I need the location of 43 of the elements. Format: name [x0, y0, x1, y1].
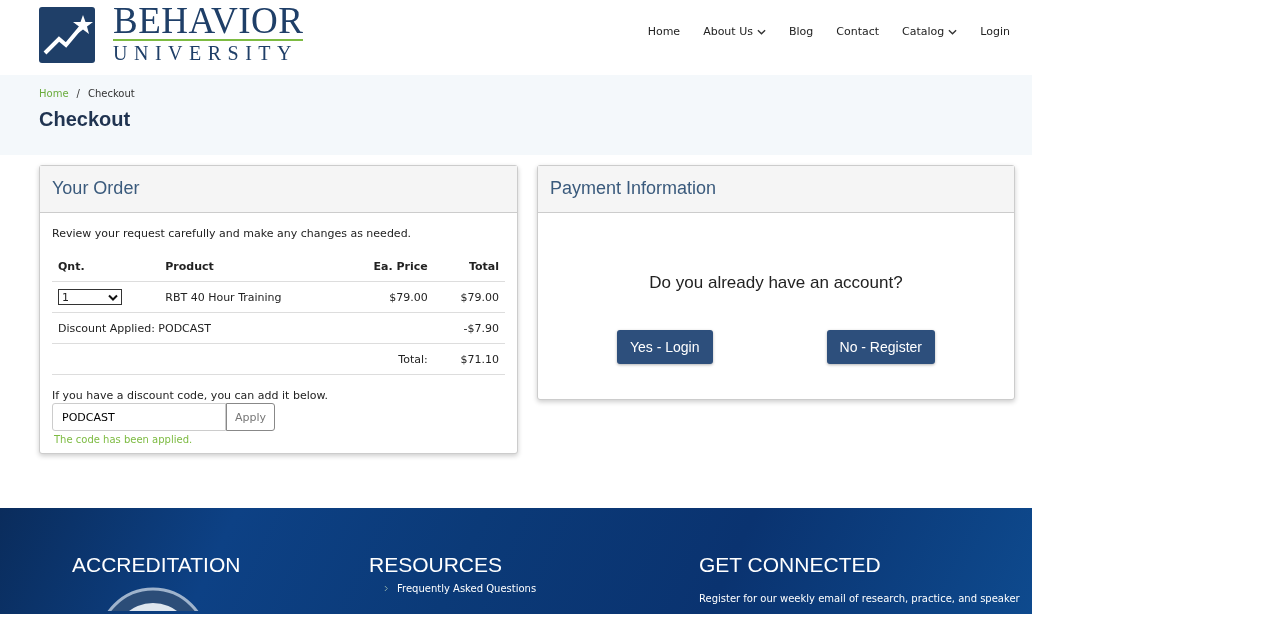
column-header: Product: [159, 252, 341, 282]
discount-code-field[interactable]: PODCAST: [52, 403, 226, 431]
discount-prompt: If you have a discount code, you can add it below.: [52, 389, 329, 402]
footer-heading: ACCREDITATION: [72, 553, 242, 577]
intro-text: Review your request carefully and make any changes as needed.: [52, 227, 413, 240]
account-question: Do you already have an account?: [649, 273, 903, 293]
footer-heading: GET CONNECTED: [699, 553, 882, 577]
caret-icon: [756, 28, 766, 35]
column-header: Ea. Price: [340, 252, 434, 282]
account-button[interactable]: No - Register: [826, 330, 935, 364]
table-cell: $79.00: [340, 281, 434, 313]
success-message: The code has been applied.: [54, 434, 194, 445]
column-header: Total: [433, 252, 505, 282]
nav-link[interactable]: Contact: [836, 25, 880, 38]
footer-heading: RESOURCES: [369, 553, 504, 577]
table-cell: Discount Applied: PODCAST: [52, 312, 434, 344]
table-cell: Total:: [340, 343, 434, 375]
caret-icon: [108, 293, 118, 301]
caret-icon: [948, 28, 958, 35]
table-cell: RBT 40 Hour Training: [159, 281, 341, 313]
nav-link[interactable]: Blog: [788, 25, 814, 38]
nav-link[interactable]: Home: [647, 25, 681, 38]
table-cell: -$7.90: [433, 312, 505, 344]
logo-icon[interactable]: [39, 7, 95, 63]
card-header: Your Order: [40, 166, 517, 213]
account-button[interactable]: Yes - Login: [617, 330, 713, 364]
nav-link[interactable]: Catalog: [902, 25, 958, 38]
quantity-select[interactable]: 1: [58, 289, 122, 305]
nav-link[interactable]: Login: [980, 25, 1010, 38]
column-header: Qnt.: [52, 252, 160, 282]
nav-link[interactable]: About Us: [703, 25, 766, 38]
footer-link[interactable]: Frequently Asked Questions: [369, 583, 699, 594]
logo-title: BEHAVIOR: [113, 5, 304, 41]
breadcrumb-current: Checkout: [87, 88, 135, 99]
table-cell: $79.00: [433, 281, 505, 313]
apply-button[interactable]: Apply: [226, 403, 276, 431]
card-header: Payment Information: [538, 166, 1014, 213]
breadcrumb-separator: /: [76, 88, 80, 99]
page-title: Checkout: [39, 108, 132, 131]
footer-text: Register for our weekly email of research, practice, and speaker: [699, 593, 1020, 604]
chevron-icon: [384, 585, 389, 592]
logo-subtitle: UNIVERSITY: [113, 41, 299, 65]
table-cell: $71.10: [433, 343, 505, 375]
